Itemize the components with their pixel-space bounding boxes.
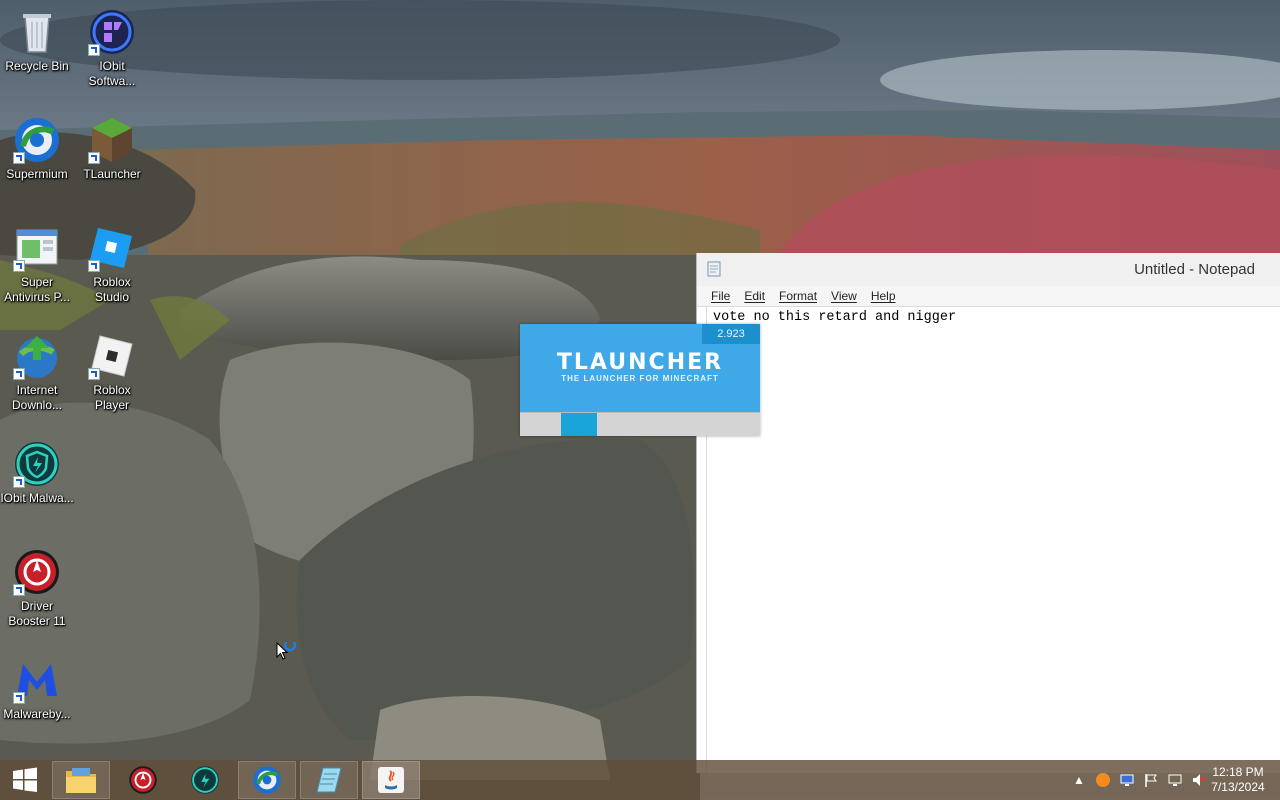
malwarebytes-icon xyxy=(13,656,61,704)
notepad-text-area[interactable]: vote no this retard and nigger xyxy=(706,306,1280,773)
taskbar: ▲ 12:18 PM 7/13/2024 xyxy=(0,760,1280,800)
desktop-icon-label: IObit Softwa... xyxy=(88,59,136,88)
loading-progress-bar xyxy=(520,412,760,436)
menu-edit[interactable]: Edit xyxy=(738,289,773,303)
clock-time: 12:18 PM xyxy=(1212,765,1264,779)
super-antivirus-icon xyxy=(13,224,61,272)
start-button[interactable] xyxy=(0,760,50,800)
roblox-studio-icon xyxy=(88,224,136,272)
iobit-software-icon xyxy=(88,8,136,56)
notepad-menu-bar: File Edit Format View Help xyxy=(697,286,1280,307)
menu-view[interactable]: View xyxy=(825,289,865,303)
desktop-icon-roblox-studio[interactable]: Roblox Studio xyxy=(75,224,149,305)
loading-progress-fill xyxy=(560,413,597,436)
desktop-icon-label: IObit Malwa... xyxy=(0,491,74,505)
shortcut-arrow-icon xyxy=(88,44,100,56)
supermium-icon xyxy=(253,766,281,794)
notepad-title: Untitled - Notepad xyxy=(1134,260,1255,278)
shortcut-arrow-icon xyxy=(88,368,100,380)
desktop-icon-label: Internet Downlo... xyxy=(11,383,63,412)
tlauncher-icon xyxy=(88,116,136,164)
shortcut-arrow-icon xyxy=(88,152,100,164)
driver-booster-icon xyxy=(13,548,61,596)
desktop-icon-label: Super Antivirus P... xyxy=(4,275,70,304)
desktop-icon-supermium[interactable]: Supermium xyxy=(0,116,74,182)
shortcut-arrow-icon xyxy=(13,476,25,488)
notepad-icon xyxy=(316,767,342,793)
taskbar-java[interactable] xyxy=(362,761,420,799)
desktop-icon-iobit-software[interactable]: IObit Softwa... xyxy=(75,8,149,89)
desktop-icon-recycle-bin[interactable]: Recycle Bin xyxy=(0,8,74,74)
system-tray: ▲ xyxy=(1070,760,1208,800)
taskbar-iobit-malware-fighter[interactable] xyxy=(176,760,234,800)
roblox-player-icon xyxy=(88,332,136,380)
notepad-title-bar[interactable]: Untitled - Notepad xyxy=(697,253,1280,286)
volume-muted-icon[interactable] xyxy=(1190,771,1208,789)
taskbar-supermium[interactable] xyxy=(238,761,296,799)
start-icon xyxy=(13,767,37,792)
desktop-icon-driver-booster[interactable]: Driver Booster 11 xyxy=(0,548,74,629)
desktop-icon-label: Malwareby... xyxy=(3,707,71,721)
desktop-icon-label: Roblox Studio xyxy=(93,275,131,304)
tray-app-orange-icon[interactable] xyxy=(1094,771,1112,789)
taskbar-file-explorer[interactable] xyxy=(52,761,110,799)
taskbar-clock[interactable]: 12:18 PM 7/13/2024 xyxy=(1208,765,1268,795)
desktop-icon-label: TLauncher xyxy=(83,167,141,181)
splash-tagline: THE LAUNCHER FOR MINECRAFT xyxy=(561,374,719,383)
desktop-icon-super-antivirus[interactable]: Super Antivirus P... xyxy=(0,224,74,305)
network-icon[interactable] xyxy=(1166,771,1184,789)
version-badge: 2.923 xyxy=(702,324,760,344)
shortcut-arrow-icon xyxy=(13,152,25,164)
tlauncher-splash: 2.923 TLAUNCHER THE LAUNCHER FOR MINECRA… xyxy=(520,324,760,436)
file-explorer-icon xyxy=(66,768,96,793)
menu-format[interactable]: Format xyxy=(773,289,825,303)
internet-download-manager-icon xyxy=(13,332,61,380)
show-hidden-icons-chevron-icon[interactable]: ▲ xyxy=(1070,771,1088,789)
shortcut-arrow-icon xyxy=(13,368,25,380)
shortcut-arrow-icon xyxy=(88,260,100,272)
desktop-icon-internet-download-manager[interactable]: Internet Downlo... xyxy=(0,332,74,413)
supermium-icon xyxy=(13,116,61,164)
tray-display-icon[interactable] xyxy=(1118,771,1136,789)
splash-brand: TLAUNCHER xyxy=(556,350,724,375)
desktop-icon-label: Driver Booster 11 xyxy=(8,599,66,628)
notepad-icon xyxy=(707,261,721,277)
busy-cursor-icon xyxy=(276,642,297,660)
desktop-icon-label: Supermium xyxy=(6,167,68,181)
desktop-icon-label: Recycle Bin xyxy=(5,59,69,73)
java-icon xyxy=(378,767,404,793)
notepad-window[interactable]: Untitled - Notepad File Edit Format View… xyxy=(696,253,1280,773)
action-center-flag-icon[interactable] xyxy=(1142,771,1160,789)
desktop-icon-label: Roblox Player xyxy=(93,383,131,412)
desktop-icon-tlauncher[interactable]: TLauncher xyxy=(75,116,149,182)
iobit-malware-fighter-icon xyxy=(13,440,61,488)
iobit-malware-fighter-icon xyxy=(191,766,219,794)
taskbar-driver-booster[interactable] xyxy=(114,760,172,800)
recycle-bin-icon xyxy=(13,8,61,56)
desktop-icon-malwarebytes[interactable]: Malwareby... xyxy=(0,656,74,722)
desktop-icon-roblox-player[interactable]: Roblox Player xyxy=(75,332,149,413)
clock-date: 7/13/2024 xyxy=(1211,780,1265,794)
shortcut-arrow-icon xyxy=(13,584,25,596)
shortcut-arrow-icon xyxy=(13,260,25,272)
taskbar-notepad[interactable] xyxy=(300,761,358,799)
menu-file[interactable]: File xyxy=(705,289,738,303)
menu-help[interactable]: Help xyxy=(865,289,904,303)
driver-booster-icon xyxy=(129,766,157,794)
desktop-icon-iobit-malware-fighter[interactable]: IObit Malwa... xyxy=(0,440,74,506)
shortcut-arrow-icon xyxy=(13,692,25,704)
